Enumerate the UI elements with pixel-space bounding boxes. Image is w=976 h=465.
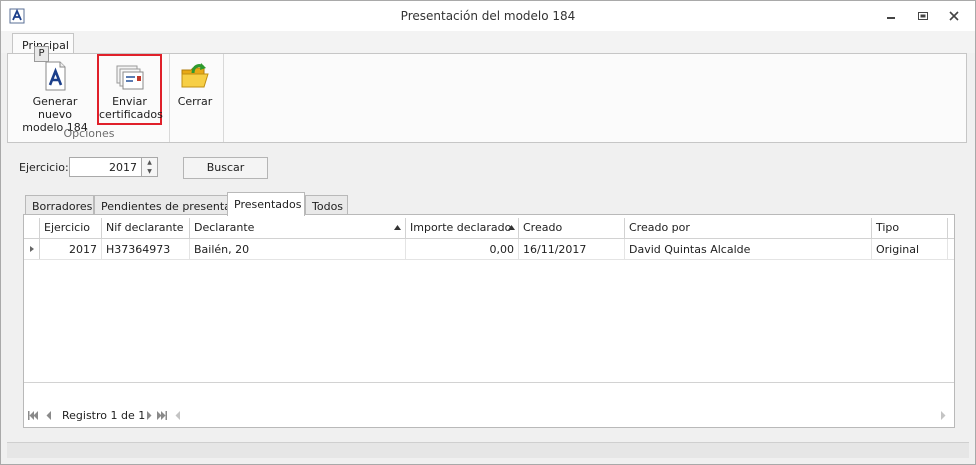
current-row-icon	[30, 246, 34, 252]
column-ejercicio[interactable]: Ejercicio	[40, 218, 102, 238]
tab-presentados[interactable]: Presentados	[227, 192, 305, 216]
minimize-icon[interactable]	[884, 9, 898, 23]
ejercicio-spinner[interactable]: ▲ ▼	[142, 157, 158, 177]
column-creado-por[interactable]: Creado por	[625, 218, 872, 238]
ejercicio-input[interactable]: 2017	[69, 157, 142, 177]
cell-declarante: Bailén, 20	[190, 239, 406, 259]
generar-modelo-button[interactable]: Generar nuevo modelo 184	[14, 56, 96, 134]
column-declarante[interactable]: Declarante	[190, 218, 406, 238]
grid-footer-divider	[24, 382, 954, 383]
last-record-icon[interactable]	[157, 411, 167, 420]
prev-record-icon[interactable]	[44, 411, 54, 420]
cell-creado-por: David Quintas Alcalde	[625, 239, 872, 259]
table-row[interactable]: 2017 H37364973 Bailén, 20 0,00 16/11/201…	[24, 239, 954, 260]
record-navigator: Registro 1 de 1	[24, 405, 954, 427]
column-tipo[interactable]: Tipo	[872, 218, 948, 238]
ribbon-group-cerrar: Cerrar	[170, 54, 224, 142]
status-bar	[7, 442, 969, 458]
cell-tipo: Original	[872, 239, 948, 259]
header-indicator	[24, 218, 40, 238]
column-importe[interactable]: Importe declarado	[406, 218, 519, 238]
main-window: Presentación del modelo 184 Principal P	[0, 0, 976, 465]
record-count-text: Registro 1 de 1	[62, 409, 146, 422]
ribbon-panel: Generar nuevo modelo 184 Enviar certific…	[7, 53, 967, 143]
enviar-line2: certificados	[99, 108, 163, 121]
enviar-certificados-button[interactable]: Enviar certificados	[97, 54, 163, 125]
group-label-opciones: Opciones	[63, 127, 115, 140]
column-nif[interactable]: Nif declarante	[102, 218, 190, 238]
tab-todos[interactable]: Todos	[305, 195, 348, 215]
cell-ejercicio: 2017	[40, 239, 102, 259]
close-icon[interactable]	[947, 9, 961, 23]
cell-importe: 0,00	[406, 239, 519, 259]
enviar-line1: Enviar	[112, 95, 147, 108]
spin-up-icon[interactable]: ▲	[142, 158, 157, 167]
first-record-icon[interactable]	[28, 411, 38, 420]
spin-down-icon[interactable]: ▼	[142, 167, 157, 176]
generar-line1: Generar nuevo	[32, 95, 78, 121]
document-a-icon	[45, 61, 66, 91]
title-bar: Presentación del modelo 184	[1, 1, 975, 31]
window-title: Presentación del modelo 184	[400, 9, 576, 23]
cell-nif: H37364973	[102, 239, 190, 259]
folder-exit-icon	[181, 63, 209, 88]
column-creado[interactable]: Creado	[519, 218, 625, 238]
cerrar-button[interactable]: Cerrar	[176, 56, 214, 124]
ribbon-group-opciones: Generar nuevo modelo 184 Enviar certific…	[8, 54, 170, 142]
tab-borradores[interactable]: Borradores	[25, 195, 94, 215]
ribbon-tabstrip: Principal	[1, 31, 975, 75]
ejercicio-label: Ejercicio:	[19, 161, 69, 174]
buscar-button[interactable]: Buscar	[183, 157, 268, 179]
tab-pendientes[interactable]: Pendientes de presentar	[94, 195, 235, 215]
grid-panel: Ejercicio Nif declarante Declarante Impo…	[23, 214, 955, 428]
cerrar-label: Cerrar	[177, 95, 213, 108]
sort-asc-icon	[508, 225, 515, 230]
scroll-right-icon[interactable]	[940, 411, 947, 420]
scroll-left-icon[interactable]	[173, 411, 183, 420]
restore-icon[interactable]	[916, 9, 930, 23]
certificates-icon	[116, 65, 143, 90]
sort-asc-icon	[394, 225, 401, 230]
row-indicator	[24, 239, 40, 259]
next-record-icon[interactable]	[144, 411, 154, 420]
grid-header: Ejercicio Nif declarante Declarante Impo…	[24, 218, 954, 239]
cell-creado: 16/11/2017	[519, 239, 625, 259]
keytip-badge: P	[34, 46, 49, 62]
